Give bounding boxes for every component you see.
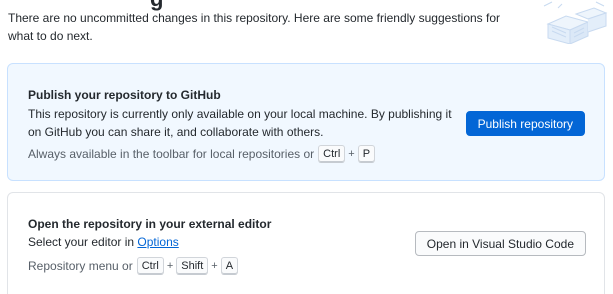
editor-hint-text: Repository menu or xyxy=(28,259,133,273)
options-link[interactable]: Options xyxy=(137,235,178,249)
publish-card-hint: Always available in the toolbar for loca… xyxy=(28,145,376,163)
empty-state-illustration-icon xyxy=(543,1,608,44)
editor-card-title: Open the repository in your external edi… xyxy=(28,217,272,231)
open-in-visual-studio-code-button[interactable]: Open in Visual Studio Code xyxy=(414,231,586,256)
editor-card-hint: Repository menu or Ctrl + Shift + A xyxy=(28,257,239,275)
open-in-editor-card: Open the repository in your external edi… xyxy=(7,192,605,294)
no-changes-view: g There are no uncommitted changes in th… xyxy=(0,0,613,294)
shortcut-key-p: P xyxy=(357,145,376,163)
shortcut-key-shift: Shift xyxy=(176,257,209,275)
publish-card-description: This repository is currently only availa… xyxy=(28,107,452,139)
shortcut-plus: + xyxy=(166,260,174,272)
shortcut-key-ctrl: Ctrl xyxy=(318,145,346,163)
publish-hint-text: Always available in the toolbar for loca… xyxy=(28,147,315,161)
editor-description-text: Select your editor in xyxy=(28,235,135,249)
publish-repository-button[interactable]: Publish repository xyxy=(465,111,585,136)
publish-card-title: Publish your repository to GitHub xyxy=(28,88,221,102)
shortcut-key-ctrl: Ctrl xyxy=(136,257,164,275)
shortcut-plus: + xyxy=(211,260,218,272)
intro-text: There are no uncommitted changes in this… xyxy=(8,11,501,43)
editor-card-description: Select your editor in Options xyxy=(28,233,179,251)
shortcut-key-a: A xyxy=(220,257,239,275)
shortcut-plus: + xyxy=(348,148,355,160)
publish-repository-card: Publish your repository to GitHub This r… xyxy=(7,63,605,181)
